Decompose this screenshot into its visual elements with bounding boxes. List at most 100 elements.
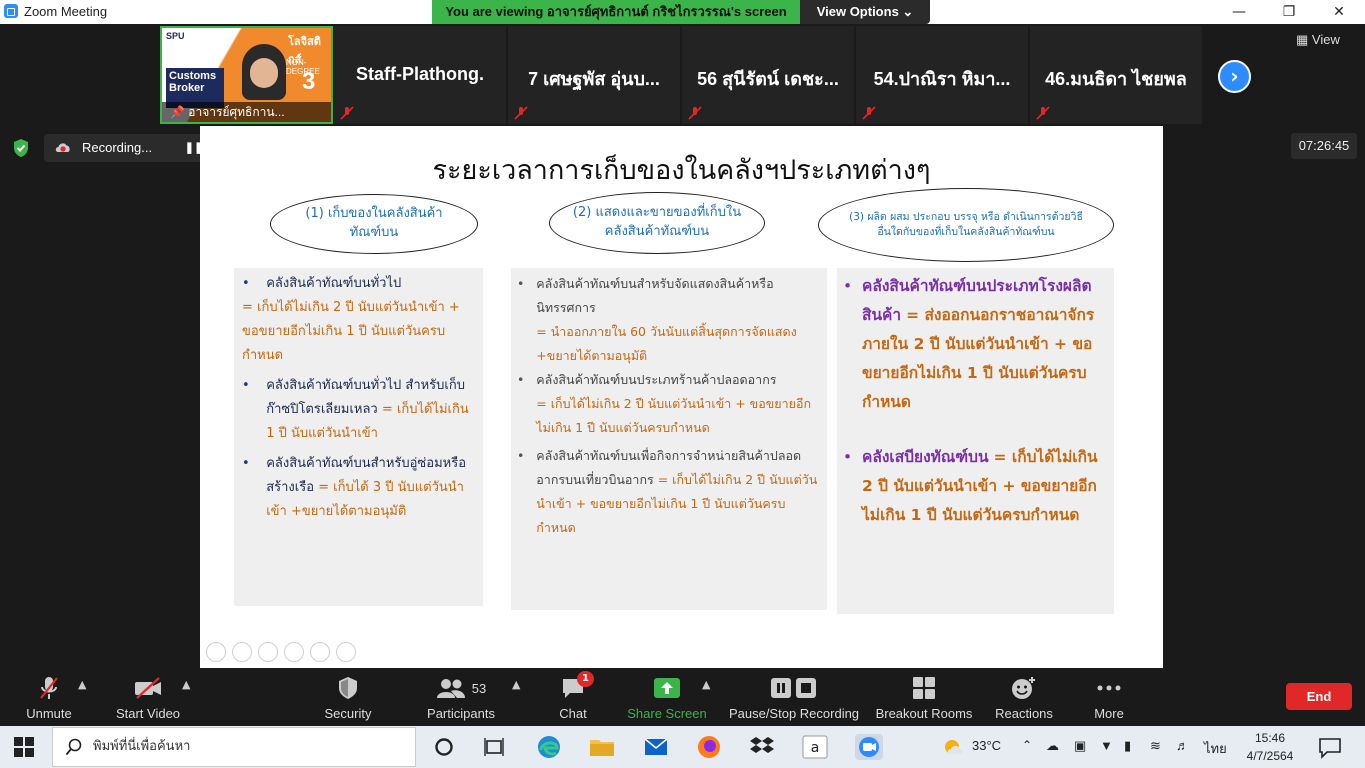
column-2-item: • คลังสินค้าทัณฑ์บนสำหรับจัดแสดงสินค้าหร…	[517, 272, 819, 368]
muted-mic-icon	[514, 106, 528, 120]
item-duration: = เก็บได้ไม่เกิน 2 ปี นับแต่วันนำเข้า + …	[536, 396, 812, 435]
muted-mic-icon	[862, 106, 876, 120]
participants-button[interactable]: 53 Participants	[420, 674, 502, 721]
start-video-label: Start Video	[115, 706, 181, 721]
participant-name: Staff-Plathong.	[356, 64, 484, 84]
task-view-icon[interactable]	[480, 734, 508, 760]
minimize-button[interactable]: —	[1224, 2, 1254, 22]
battery-icon[interactable]: ▮	[1124, 738, 1131, 754]
video-options-caret-icon[interactable]: ▲	[182, 678, 190, 691]
poster-number: 3	[302, 68, 316, 95]
column-2-item: • คลังสินค้าทัณฑ์บนประเภทร้านค้าปลอดอากร…	[517, 368, 819, 440]
bullet: •	[517, 448, 537, 463]
close-button[interactable]: ✕	[1324, 2, 1354, 22]
notifications-icon[interactable]	[1316, 734, 1344, 760]
view-layout-button[interactable]: ▦ View	[1296, 32, 1340, 48]
search-placeholder: พิมพ์ที่นี่เพื่อค้นหา	[93, 739, 191, 754]
breakout-rooms-button[interactable]: Breakout Rooms	[874, 674, 974, 721]
edge-browser-icon[interactable]	[535, 734, 563, 760]
share-options-caret-icon[interactable]: ▲	[702, 678, 710, 691]
meet-now-icon[interactable]: ▣	[1074, 738, 1086, 754]
bullet: •	[517, 372, 537, 387]
tray-expand-icon[interactable]: ⌃	[1022, 738, 1032, 752]
security-button[interactable]: Security	[310, 674, 386, 721]
column-1-item: • คลังสินค้าทัณฑ์บนทั่วไป	[242, 272, 477, 296]
poster-brand: SPU	[166, 31, 185, 41]
previous-slide-icon[interactable]	[206, 642, 226, 662]
meeting-timer: 07:26:45	[1291, 133, 1357, 159]
dropbox-icon[interactable]	[748, 734, 776, 760]
participants-caret-icon[interactable]: ▲	[512, 678, 520, 691]
view-label: View	[1311, 32, 1340, 47]
encryption-shield-icon[interactable]	[12, 138, 30, 158]
item-text: คลังสินค้าทัณฑ์บนประเภทร้านค้าปลอดอากร	[536, 372, 777, 387]
pen-icon[interactable]	[258, 642, 278, 662]
zoom-icon[interactable]	[310, 642, 330, 662]
chat-label: Chat	[559, 706, 587, 721]
taskbar-time: 15:46	[1254, 731, 1286, 745]
microphone-tray-icon[interactable]: ▼	[1100, 738, 1113, 753]
taskbar-clock[interactable]: 15:46 4/7/2564	[1240, 729, 1300, 765]
active-speaker-thumbnail[interactable]: SPU โลจิสติกส์ NON-DEGREE 3 Customs Brok…	[160, 26, 333, 124]
breakout-rooms-icon	[913, 677, 935, 699]
muted-mic-icon	[340, 106, 354, 120]
taskbar-search-box[interactable]: พิมพ์ที่นี่เพื่อค้นหา	[52, 727, 416, 767]
right-gutter	[1163, 126, 1365, 668]
header-oval-3: (3) ผลิต ผสม ประกอบ บรรจุ หรือ ดำเนินการ…	[818, 188, 1114, 262]
pause-stop-recording-button[interactable]: Pause/Stop Recording	[728, 674, 860, 721]
participants-count: 53	[471, 680, 487, 696]
audio-options-caret-icon[interactable]: ▲	[78, 678, 86, 691]
amazon-icon[interactable]: a	[801, 734, 829, 760]
participant-video-face	[242, 44, 286, 100]
item-duration: = นำออกภายใน 60 วันนับแต่สิ้นสุดการจัดแส…	[536, 324, 797, 363]
next-slide-icon[interactable]	[232, 642, 252, 662]
volume-icon[interactable]: ♬	[1176, 738, 1189, 753]
end-meeting-button[interactable]: End	[1286, 683, 1352, 710]
column-3: • คลังสินค้าทัณฑ์บนประเภทโรงผลิตสินค้า =…	[837, 268, 1114, 614]
cortana-icon[interactable]	[430, 734, 458, 760]
bullet: •	[242, 378, 267, 393]
participant-tile[interactable]: 46.มนธิดา ไชยพล	[1030, 26, 1202, 124]
view-options-button[interactable]: View Options ⌄	[800, 0, 930, 24]
search-icon	[65, 738, 82, 756]
windows-start-icon[interactable]	[14, 737, 34, 757]
wifi-icon[interactable]: ≋	[1150, 738, 1161, 754]
pause-stop-icon	[771, 678, 816, 698]
active-name-text: อาจารย์ศุทธิกาน...	[188, 105, 285, 119]
participant-tile[interactable]: 54.ปาณิรา หิมา...	[856, 26, 1028, 124]
muted-mic-icon	[1036, 106, 1050, 120]
header-oval-1: (1) เก็บของในคลังสินค้าทัณฑ์บน	[270, 194, 478, 254]
input-language[interactable]: ไทย	[1204, 738, 1227, 759]
next-page-button[interactable]: ›	[1218, 60, 1251, 93]
slides-grid-icon[interactable]	[284, 642, 304, 662]
unmute-button[interactable]: Unmute	[14, 674, 84, 721]
viewing-screen-banner: You are viewing อาจารย์ศุทธิกานต์ กริชไก…	[432, 0, 800, 24]
more-options-icon[interactable]	[336, 642, 356, 662]
bullet: •	[843, 277, 862, 295]
mail-icon[interactable]	[642, 734, 670, 760]
start-video-button[interactable]: Start Video	[110, 674, 186, 721]
participant-tile[interactable]: Staff-Plathong.	[334, 26, 506, 124]
left-gutter	[0, 126, 200, 668]
maximize-button[interactable]: ❐	[1274, 2, 1304, 22]
participant-tile[interactable]: 56 สุนีรัตน์ เดชะ...	[682, 26, 854, 124]
firefox-icon[interactable]	[695, 734, 723, 760]
share-screen-button[interactable]: Share Screen	[624, 674, 710, 721]
participant-name: 7 เศษฐพัส อุ่นบ...	[528, 69, 660, 89]
item-text: คลังสินค้าทัณฑ์บนสำหรับจัดแสดงสินค้าหรือ…	[536, 276, 774, 315]
header-oval-2: (2) แสดงและขายของที่เก็บในคลังสินค้าทัณฑ…	[549, 192, 765, 254]
more-button[interactable]: More	[1084, 674, 1134, 721]
onedrive-cloud-icon[interactable]: ☁	[1046, 738, 1059, 754]
column-3-item: • คลังสินค้าทัณฑ์บนประเภทโรงผลิตสินค้า =…	[843, 272, 1106, 417]
zoom-app-icon[interactable]	[855, 734, 883, 760]
share-screen-icon	[654, 678, 680, 698]
recording-label: Recording...	[82, 140, 153, 155]
column-1: • คลังสินค้าทัณฑ์บนทั่วไป = เก็บได้ไม่เก…	[234, 268, 483, 606]
participant-name: 54.ปาณิรา หิมา...	[873, 69, 1011, 89]
column-1-item: • คลังสินค้าทัณฑ์บนสำหรับอู่ซ่อมหรือสร้า…	[242, 452, 477, 524]
unmute-label: Unmute	[26, 706, 72, 721]
participant-tile[interactable]: 7 เศษฐพัส อุ่นบ...	[508, 26, 680, 124]
reactions-button[interactable]: Reactions	[990, 674, 1058, 721]
active-participant-name: 📌 อาจารย์ศุทธิกาน...	[162, 102, 331, 122]
file-explorer-icon[interactable]	[588, 734, 616, 760]
